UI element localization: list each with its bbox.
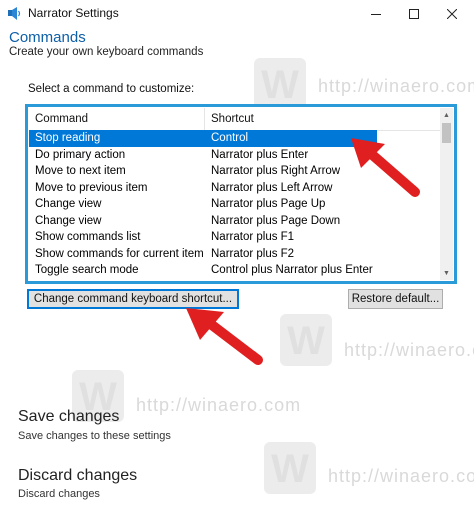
command-shortcut: Narrator plus Left Arrow <box>211 181 333 194</box>
command-name: Move to next item <box>35 165 126 177</box>
svg-text:W: W <box>261 63 299 107</box>
command-shortcut: Control <box>211 132 249 144</box>
watermark-url: http://winaero.com <box>318 76 474 96</box>
window-title: Narrator Settings <box>28 6 119 20</box>
command-name: Show commands for current item <box>35 247 204 260</box>
minimize-icon <box>371 14 381 15</box>
select-command-label: Select a command to customize: <box>28 83 195 95</box>
scroll-up-button[interactable]: ▲ <box>440 108 453 122</box>
close-button[interactable] <box>433 0 471 28</box>
winaero-logo-watermark: W <box>264 442 316 494</box>
svg-text:W: W <box>287 319 325 363</box>
scroll-thumb[interactable] <box>442 123 451 143</box>
command-shortcut: Narrator plus Right Arrow <box>211 165 341 177</box>
list-item[interactable]: Change view Narrator plus Page Down <box>29 213 441 230</box>
command-shortcut: Control plus Narrator plus Enter <box>211 264 373 276</box>
restore-default-button[interactable]: Restore default... <box>348 289 443 309</box>
title-bar[interactable]: Narrator Settings <box>0 0 474 28</box>
narrator-icon <box>8 7 21 20</box>
command-shortcut: Narrator plus Page Down <box>211 214 341 227</box>
list-item[interactable]: Do primary action Narrator plus Enter <box>29 147 441 164</box>
close-icon <box>447 9 457 19</box>
list-item[interactable]: Change view Narrator plus Page Up <box>29 196 441 213</box>
command-name: Toggle search mode <box>35 264 139 276</box>
narrator-settings-window: W http://winaero.com W http://winaero.co… <box>0 0 474 531</box>
list-item[interactable]: Stop reading Control <box>29 130 377 147</box>
watermark-url: http://winaero.com <box>328 466 474 486</box>
annotation-arrow-icon <box>186 308 263 365</box>
command-name: Stop reading <box>35 132 101 144</box>
chevron-up-icon: ▲ <box>443 111 450 119</box>
command-name: Show commands list <box>35 231 141 243</box>
discard-changes-link[interactable]: Discard changes <box>18 467 137 485</box>
list-item[interactable]: Move to next item Narrator plus Right Ar… <box>29 163 441 180</box>
maximize-button[interactable] <box>395 0 433 28</box>
list-item[interactable]: Toggle search mode Control plus Narrator… <box>29 262 441 279</box>
command-shortcut: Narrator plus Page Up <box>211 198 326 210</box>
command-shortcut: Narrator plus Enter <box>211 148 309 161</box>
command-list-viewport: Command Shortcut Stop reading Control Do… <box>29 108 441 280</box>
discard-changes-description: Discard changes <box>18 488 100 500</box>
change-shortcut-button[interactable]: Change command keyboard shortcut... <box>27 289 239 309</box>
command-shortcut: Narrator plus F2 <box>211 247 295 260</box>
command-name: Move to previous item <box>35 181 148 194</box>
list-item[interactable]: Show commands for current item Narrator … <box>29 246 441 263</box>
winaero-logo-watermark: W <box>280 314 332 366</box>
command-name: Do primary action <box>35 148 126 161</box>
command-name: Change view <box>35 214 102 227</box>
page-title: Commands <box>9 29 86 46</box>
command-list[interactable]: Command Shortcut Stop reading Control Do… <box>25 104 457 284</box>
list-item[interactable]: Move to previous item Narrator plus Left… <box>29 180 441 197</box>
save-changes-description: Save changes to these settings <box>18 430 171 442</box>
svg-text:W: W <box>271 447 309 491</box>
scroll-down-button[interactable]: ▼ <box>440 266 453 280</box>
page-subtitle: Create your own keyboard commands <box>9 46 204 58</box>
command-name: Change view <box>35 198 102 210</box>
watermark-url: http://winaero.com <box>344 340 474 360</box>
column-header-shortcut[interactable]: Shortcut <box>205 108 441 130</box>
command-shortcut: Narrator plus F1 <box>211 231 295 243</box>
save-changes-link[interactable]: Save changes <box>18 408 119 426</box>
vertical-scrollbar[interactable]: ▲ ▼ <box>440 108 453 280</box>
watermark-url: http://winaero.com <box>136 395 302 415</box>
list-item[interactable]: Show commands list Narrator plus F1 <box>29 229 441 246</box>
maximize-icon <box>409 9 419 19</box>
minimize-button[interactable] <box>357 0 395 28</box>
column-header-row: Command Shortcut <box>29 108 441 131</box>
command-rows: Stop reading Control Do primary action N… <box>29 130 441 279</box>
chevron-down-icon: ▼ <box>443 269 450 277</box>
column-header-command[interactable]: Command <box>29 108 205 130</box>
